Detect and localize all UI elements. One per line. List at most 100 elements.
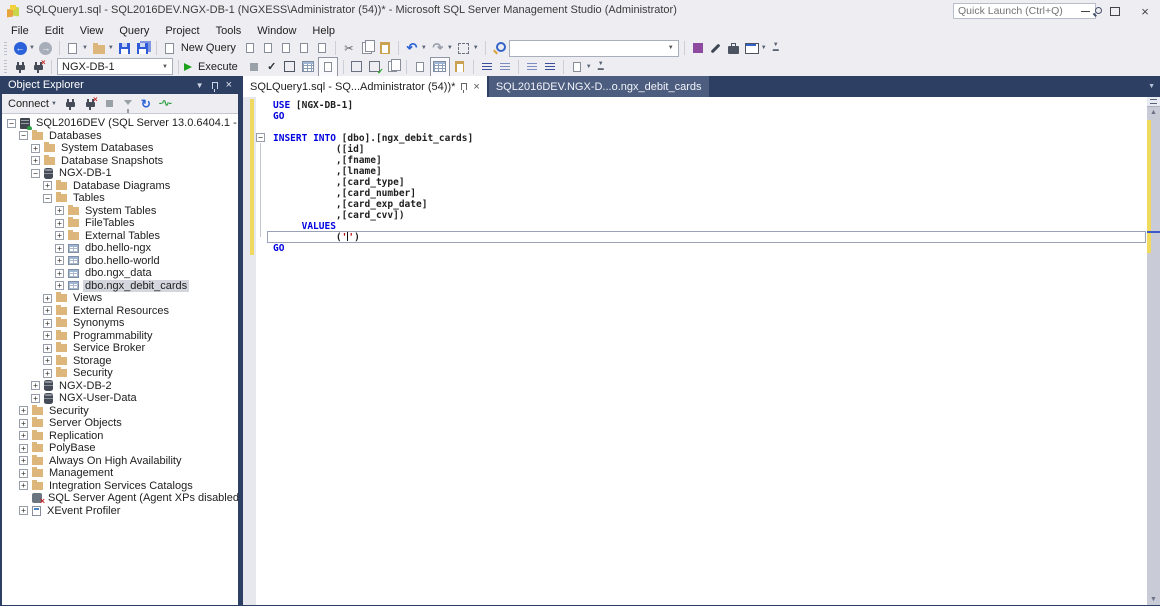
find-icon[interactable] xyxy=(491,40,507,56)
code-line[interactable]: ,[card_number] xyxy=(273,188,1146,199)
tree-expander-icon[interactable]: + xyxy=(43,181,52,190)
tree-expander-icon[interactable]: + xyxy=(43,356,52,365)
tree-expander-icon[interactable]: − xyxy=(19,131,28,140)
tree-item[interactable]: +System Databases xyxy=(2,142,238,155)
new-xe-session-icon[interactable] xyxy=(314,40,330,56)
tab-table-designer[interactable]: SQL2016DEV.NGX-D...o.ngx_debit_cards xyxy=(489,76,709,97)
tree-expander-icon[interactable]: + xyxy=(19,506,28,515)
paste-icon[interactable] xyxy=(377,40,393,56)
new-query-button[interactable]: New Query xyxy=(180,42,240,54)
selection-icon[interactable] xyxy=(456,40,472,56)
tree-expander-icon[interactable]: − xyxy=(7,119,16,128)
client-statistics-icon[interactable] xyxy=(385,59,401,75)
tree-item[interactable]: +dbo.hello-ngx xyxy=(2,242,238,255)
menu-view[interactable]: View xyxy=(72,24,112,38)
tree-expander-icon[interactable]: + xyxy=(55,269,64,278)
vertical-scrollbar[interactable]: ▲ ▼ xyxy=(1147,97,1160,605)
code-line[interactable]: ([id] xyxy=(273,144,1146,155)
save-icon[interactable] xyxy=(117,40,133,56)
tree-item[interactable]: +Storage xyxy=(2,355,238,368)
comment-out-icon[interactable] xyxy=(479,59,495,75)
menu-project[interactable]: Project xyxy=(157,24,207,38)
navigate-forward-icon[interactable]: → xyxy=(38,40,54,56)
tree-item[interactable]: +External Resources xyxy=(2,305,238,318)
new-query-icon[interactable] xyxy=(162,40,178,56)
new-dmx-query-icon[interactable] xyxy=(278,40,294,56)
tree-expander-icon[interactable]: + xyxy=(55,219,64,228)
connect-icon[interactable] xyxy=(12,59,28,75)
tree-expander-icon[interactable]: + xyxy=(19,419,28,428)
solution-explorer-icon[interactable] xyxy=(690,40,706,56)
tree-item[interactable]: +NGX-User-Data xyxy=(2,392,238,405)
tree-expander-icon[interactable]: + xyxy=(19,481,28,490)
menu-window[interactable]: Window xyxy=(249,24,304,38)
tree-item[interactable]: +Service Broker xyxy=(2,342,238,355)
scroll-down-icon[interactable]: ▼ xyxy=(1147,594,1160,605)
web-browser-dropdown-icon[interactable]: ▼ xyxy=(761,45,767,51)
filter-icon[interactable] xyxy=(122,96,134,112)
tab-list-dropdown-icon[interactable]: ▼ xyxy=(1148,83,1160,90)
tree-item[interactable]: +PolyBase xyxy=(2,442,238,455)
increase-indent-icon[interactable] xyxy=(542,59,558,75)
copy-icon[interactable] xyxy=(359,40,375,56)
tree-item[interactable]: −Databases xyxy=(2,130,238,143)
cut-icon[interactable]: ✂ xyxy=(341,40,357,56)
tree-expander-icon[interactable]: + xyxy=(43,319,52,328)
tree-item[interactable]: +Database Diagrams xyxy=(2,180,238,193)
intellisense-enabled-icon[interactable] xyxy=(318,57,338,77)
open-file-icon[interactable] xyxy=(91,40,107,56)
find-combo[interactable]: ▼ xyxy=(509,40,679,57)
tree-expander-icon[interactable]: + xyxy=(31,156,40,165)
menu-help[interactable]: Help xyxy=(304,24,343,38)
minimize-button[interactable] xyxy=(1070,0,1100,22)
undo-dropdown-icon[interactable]: ▼ xyxy=(421,45,427,51)
tree-item[interactable]: +Programmability xyxy=(2,330,238,343)
query-options-icon[interactable] xyxy=(282,59,298,75)
sql-code[interactable]: USE [NGX-DB-1]GO INSERT INTO [dbo].[ngx_… xyxy=(243,100,1146,254)
tree-expander-icon[interactable]: + xyxy=(55,244,64,253)
stop-icon[interactable]: × xyxy=(84,96,98,112)
tree-item[interactable]: −SQL2016DEV (SQL Server 13.0.6404.1 - NG… xyxy=(2,117,238,130)
new-xmla-query-icon[interactable] xyxy=(296,40,312,56)
execute-icon[interactable] xyxy=(184,59,196,75)
sqlcmd-mode-icon[interactable] xyxy=(569,59,585,75)
disconnect-icon[interactable] xyxy=(64,96,78,112)
uncomment-icon[interactable] xyxy=(497,59,513,75)
tree-expander-icon[interactable]: + xyxy=(43,294,52,303)
parse-icon[interactable]: ✓ xyxy=(264,59,280,75)
code-line[interactable]: ,[card_exp_date] xyxy=(273,199,1146,210)
code-editor-surface[interactable]: − USE [NGX-DB-1]GO INSERT INTO [dbo].[ng… xyxy=(243,97,1160,605)
new-db-engine-query-icon[interactable] xyxy=(242,40,258,56)
tree-item[interactable]: −Tables xyxy=(2,192,238,205)
code-line[interactable]: USE [NGX-DB-1] xyxy=(273,100,1146,111)
stop-process-icon[interactable] xyxy=(104,96,116,112)
results-to-text-icon[interactable] xyxy=(412,59,428,75)
tree-item[interactable]: +FileTables xyxy=(2,217,238,230)
tree-expander-icon[interactable]: + xyxy=(55,256,64,265)
new-mdx-query-icon[interactable] xyxy=(260,40,276,56)
restore-button[interactable] xyxy=(1100,0,1130,22)
tree-expander-icon[interactable]: + xyxy=(55,231,64,240)
menu-tools[interactable]: Tools xyxy=(208,24,250,38)
tree-expander-icon[interactable]: + xyxy=(43,331,52,340)
tab-sqlquery1[interactable]: SQLQuery1.sql - SQ...Administrator (54))… xyxy=(243,76,487,97)
toolbox-icon[interactable] xyxy=(726,40,742,56)
decrease-indent-icon[interactable] xyxy=(524,59,540,75)
auto-hide-pin-icon[interactable] xyxy=(212,82,218,89)
tree-expander-icon[interactable]: + xyxy=(19,469,28,478)
code-line[interactable]: ('') xyxy=(273,232,1146,243)
selection-dropdown-icon[interactable]: ▼ xyxy=(473,45,479,51)
code-line[interactable]: ,[fname] xyxy=(273,155,1146,166)
save-all-icon[interactable] xyxy=(135,40,151,56)
tree-expander-icon[interactable]: + xyxy=(43,306,52,315)
tree-expander-icon[interactable]: + xyxy=(31,394,40,403)
code-line[interactable]: ,[lname] xyxy=(273,166,1146,177)
tree-item[interactable]: −NGX-DB-1 xyxy=(2,167,238,180)
toolbar-grip[interactable] xyxy=(4,42,7,55)
code-line[interactable]: ,[card_cvv]) xyxy=(273,210,1146,221)
activity-monitor-icon[interactable]: -∿- xyxy=(158,96,172,112)
code-line[interactable]: ,[card_type] xyxy=(273,177,1146,188)
tree-item[interactable]: +Always On High Availability xyxy=(2,455,238,468)
split-editor-handle[interactable] xyxy=(1147,97,1160,107)
include-estimated-plan-icon[interactable] xyxy=(349,59,365,75)
